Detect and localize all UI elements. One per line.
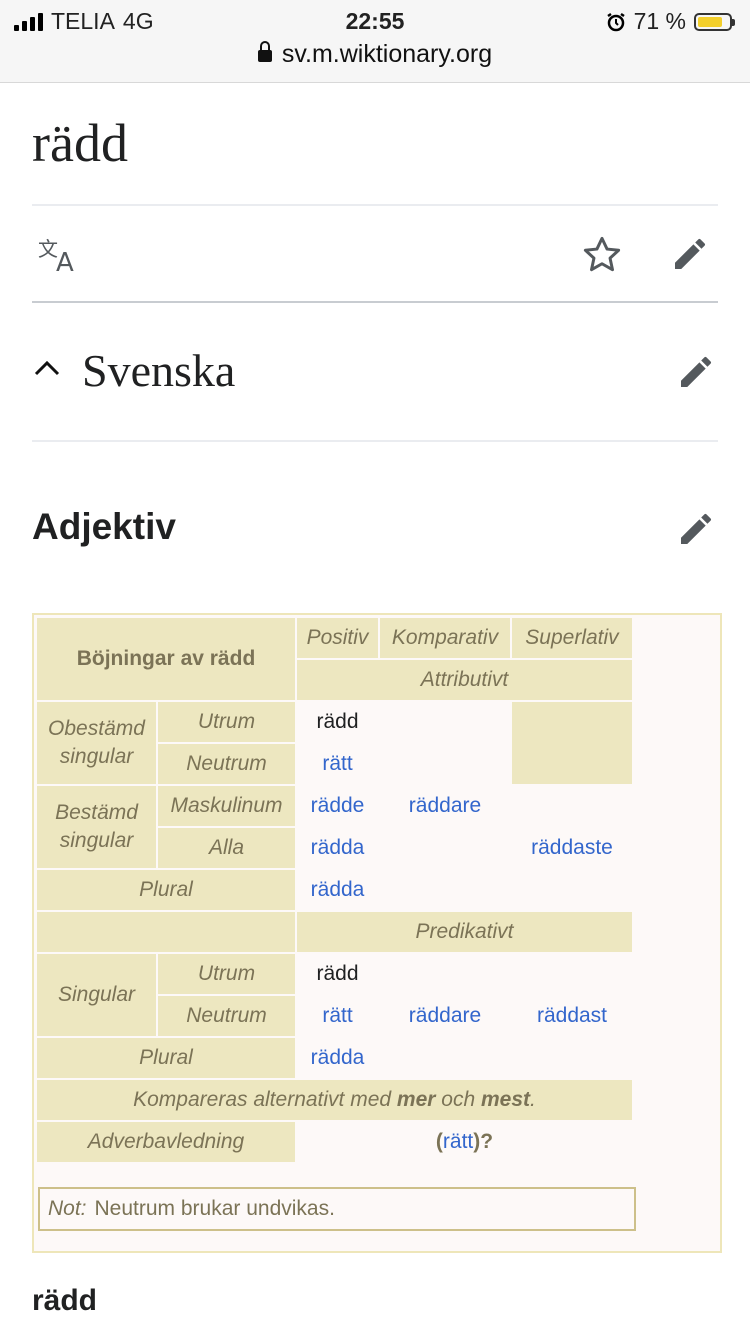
form-attr-neutrum-link[interactable]: rätt	[297, 744, 378, 784]
divider	[32, 440, 718, 442]
comparison-note-mer: mer	[396, 1088, 436, 1111]
form-def-mask-comp-link[interactable]: räddare	[380, 786, 510, 826]
label-utrum: Utrum	[158, 702, 295, 742]
adverb-open: (	[435, 1130, 443, 1153]
header-attributivt: Attributivt	[297, 660, 632, 700]
adverb-link[interactable]: rätt	[443, 1128, 473, 1156]
divider	[32, 301, 718, 303]
battery-percent: 71 %	[633, 8, 686, 34]
section-heading-svenska[interactable]: Svenska	[82, 344, 235, 397]
form-pred-plural-link[interactable]: rädda	[297, 1038, 378, 1078]
language-icon[interactable]: 文 A	[38, 236, 82, 276]
form-pred-utrum: rädd	[316, 962, 359, 985]
label-neutrum: Neutrum	[158, 744, 295, 784]
chevron-up-icon[interactable]	[34, 356, 60, 382]
table-caption: Böjningar av rädd	[37, 618, 295, 700]
comparison-note-text: Kompareras alternativt med	[133, 1088, 397, 1111]
page-title: rädd	[32, 113, 128, 173]
form-def-alla-sup-link[interactable]: räddaste	[512, 828, 632, 868]
comparison-note: Kompareras alternativt med mer och mest.	[37, 1080, 632, 1120]
comparison-note-mest: mest	[480, 1088, 531, 1111]
lock-icon	[257, 41, 272, 62]
label-plural: Plural	[37, 870, 295, 910]
label-neutrum: Neutrum	[158, 996, 295, 1036]
inflection-table: Böjningar av rädd Positiv Komparativ Sup…	[32, 613, 722, 1253]
form-attr-utrum: rädd	[316, 710, 359, 733]
form-pred-neutrum-comp-link[interactable]: räddare	[380, 996, 510, 1036]
empty-header-cell	[37, 912, 295, 952]
label-alla: Alla	[158, 828, 295, 868]
label-obestamd-singular: Obestämd singular	[37, 702, 156, 784]
svg-text:A: A	[56, 248, 74, 276]
header-positiv: Positiv	[297, 618, 378, 658]
form-def-alla-pos-link[interactable]: rädda	[297, 828, 378, 868]
status-right: 71 %	[606, 8, 735, 35]
label-utrum: Utrum	[158, 954, 295, 994]
form-pred-neutrum-sup-link[interactable]: räddast	[512, 996, 632, 1036]
footnote-label: Not:	[48, 1197, 87, 1220]
edit-section-icon[interactable]	[676, 352, 716, 392]
browser-top-bar: TELIA 4G 22:55 71 % sv.m.wiktionary.org	[0, 0, 750, 83]
label-maskulinum: Maskulinum	[158, 786, 295, 826]
label-singular: Singular	[37, 954, 156, 1036]
form-pred-neutrum-pos-link[interactable]: rätt	[297, 996, 378, 1036]
address-bar[interactable]: sv.m.wiktionary.org	[0, 40, 750, 69]
header-predikativt: Predikativt	[297, 912, 632, 952]
adverb-close: )?	[473, 1130, 494, 1153]
edit-page-icon[interactable]	[670, 234, 710, 274]
form-attr-plural-link[interactable]: rädda	[297, 870, 378, 910]
comparison-note-och: och	[435, 1088, 481, 1111]
form-def-mask-pos-link[interactable]: rädde	[297, 786, 378, 826]
footer-heading: rädd	[32, 1284, 98, 1317]
label-adverbavledning: Adverbavledning	[37, 1122, 295, 1162]
adverb-form: (rätt)?	[297, 1122, 632, 1162]
subsection-heading-adjektiv: Adjektiv	[32, 506, 176, 547]
empty-header-cell	[512, 702, 632, 784]
comparison-note-end: .	[530, 1088, 536, 1111]
edit-subsection-icon[interactable]	[676, 509, 716, 549]
header-superlativ: Superlativ	[512, 618, 632, 658]
url-text: sv.m.wiktionary.org	[281, 40, 493, 68]
svg-text:文: 文	[38, 237, 58, 261]
footnote-text: Neutrum brukar undvikas.	[94, 1197, 335, 1220]
label-plural: Plural	[37, 1038, 295, 1078]
alarm-icon	[606, 12, 625, 31]
divider	[32, 204, 718, 206]
watch-star-icon[interactable]	[580, 234, 624, 276]
battery-icon	[694, 12, 735, 31]
header-komparativ: Komparativ	[380, 618, 510, 658]
label-bestamd-singular: Bestämd singular	[37, 786, 156, 868]
table-footnote: Not: Neutrum brukar undvikas.	[38, 1187, 636, 1231]
